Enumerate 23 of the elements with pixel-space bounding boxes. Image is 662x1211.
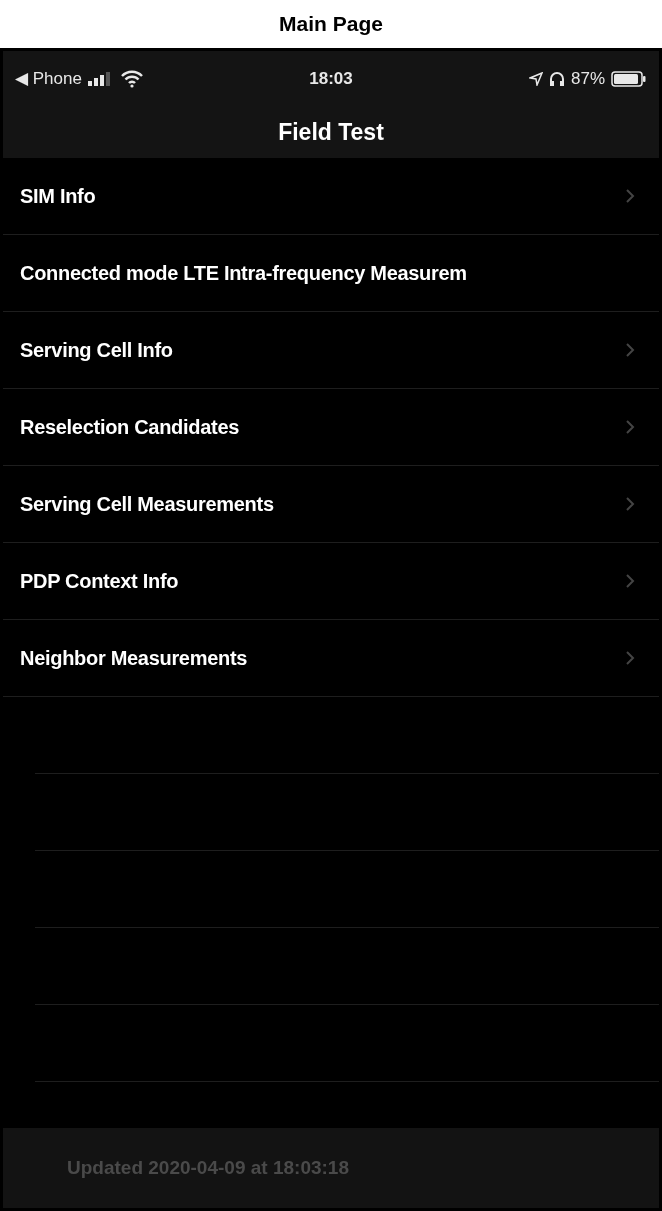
- list-row[interactable]: Connected mode LTE Intra-frequency Measurem: [3, 235, 659, 312]
- row-label: Serving Cell Measurements: [20, 492, 275, 517]
- list-row[interactable]: Serving Cell Info: [3, 312, 659, 389]
- row-label: Connected mode LTE Intra-frequency Measurem: [20, 261, 468, 286]
- location-arrow-icon: [529, 71, 543, 86]
- headphones-icon: [549, 70, 565, 87]
- screen-title: Field Test: [278, 117, 384, 147]
- row-label: Serving Cell Info: [20, 338, 174, 363]
- list-row[interactable]: Neighbor Measurements: [3, 620, 659, 697]
- row-label: PDP Context Info: [20, 569, 180, 594]
- list-row[interactable]: Reselection Candidates: [3, 389, 659, 466]
- clock-time: 18:03: [309, 67, 353, 90]
- battery-percent: 87%: [571, 67, 605, 90]
- list-row[interactable]: SIM Info: [3, 158, 659, 235]
- list-row[interactable]: Serving Cell Measurements: [3, 466, 659, 543]
- page-title: Main Page: [279, 11, 383, 38]
- wifi-icon: [119, 69, 144, 88]
- row-label: SIM Info: [20, 184, 97, 209]
- list-row[interactable]: PDP Context Info: [3, 543, 659, 620]
- carrier-label: ◀ Phone: [15, 67, 82, 90]
- row-label: Reselection Candidates: [20, 415, 241, 440]
- row-label: Neighbor Measurements: [20, 646, 249, 671]
- battery-icon: [611, 70, 647, 87]
